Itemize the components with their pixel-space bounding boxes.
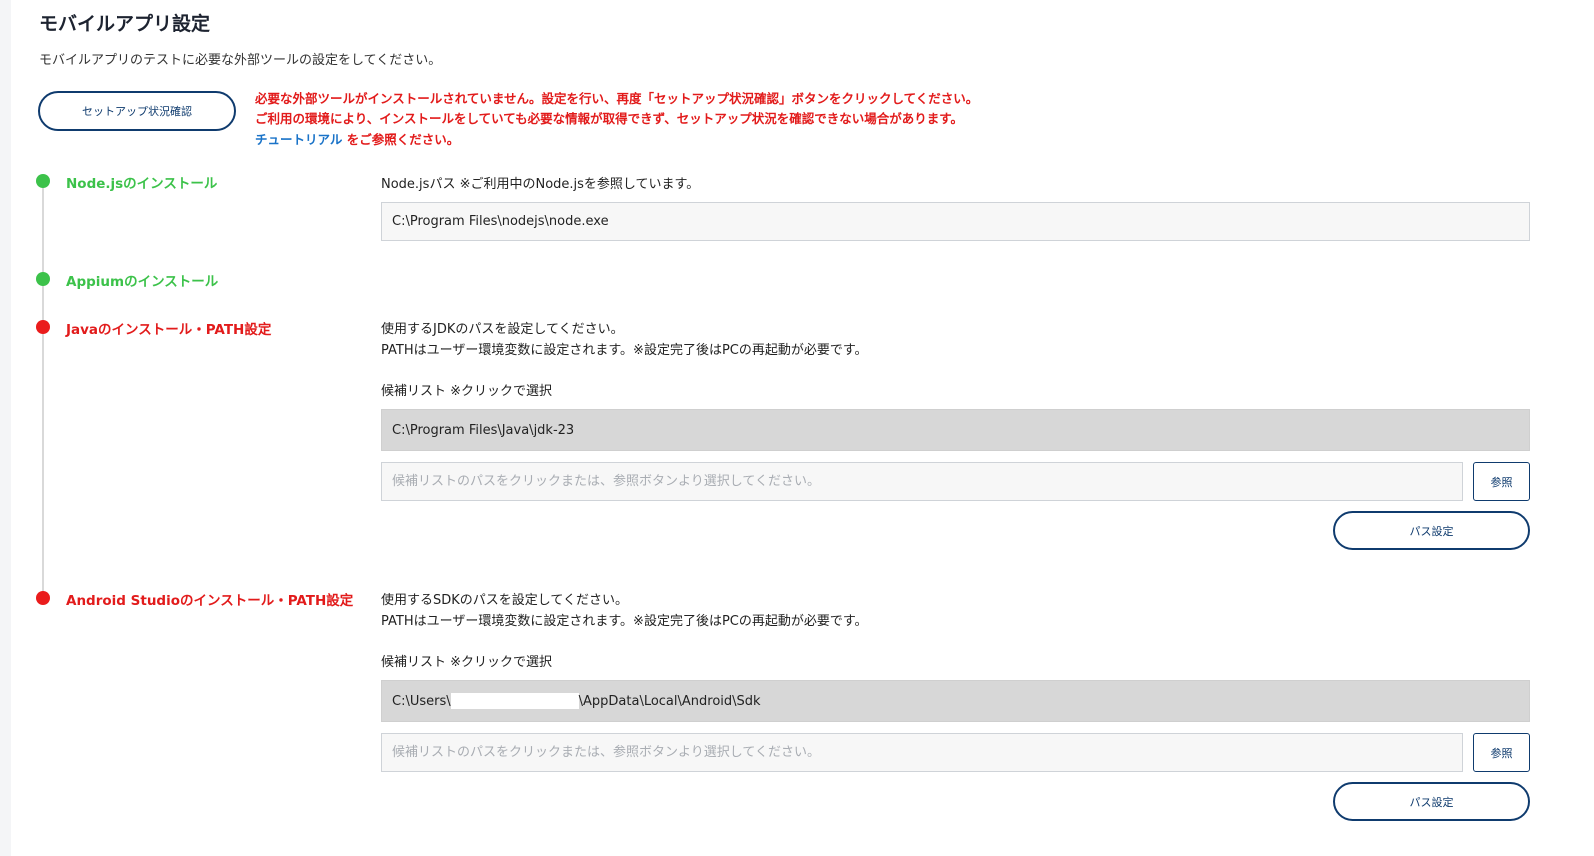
java-candidate-path: C:\Program Files\Java\jdk-23: [392, 422, 575, 438]
android-candidate-item[interactable]: C:\Users\ \AppData\Local\Android\Sdk: [381, 680, 1530, 722]
status-ok-icon: [36, 174, 50, 188]
java-set-path-button[interactable]: パス設定: [1333, 511, 1530, 550]
android-candidate-prefix: C:\Users\: [392, 693, 451, 709]
warning-line-3: チュートリアル をご参照ください。: [255, 129, 459, 148]
android-candidate-suffix: \AppData\Local\Android\Sdk: [578, 693, 761, 709]
status-ok-icon: [36, 272, 50, 286]
node-path-field: C:\Program Files\nodejs\node.exe: [381, 202, 1530, 241]
java-instruction-2: PATHはユーザー環境変数に設定されます。※設定完了後はPCの再起動が必要です。: [381, 343, 868, 358]
page-title: モバイルアプリ設定: [39, 13, 211, 35]
android-instruction-1: 使用するSDKのパスを設定してください。: [381, 593, 629, 608]
tutorial-link[interactable]: チュートリアル: [255, 132, 342, 147]
step-android-label: Android Studioのインストール・PATH設定: [66, 593, 354, 609]
status-error-icon: [36, 320, 50, 334]
android-set-path-button[interactable]: パス設定: [1333, 782, 1530, 821]
settings-panel: モバイルアプリ設定 モバイルアプリのテストに必要な外部ツールの設定をしてください…: [11, 0, 1594, 856]
java-candidate-item[interactable]: C:\Program Files\Java\jdk-23: [381, 409, 1530, 451]
timeline-line: [42, 182, 44, 597]
android-path-input[interactable]: [381, 733, 1463, 772]
node-path-value: C:\Program Files\nodejs\node.exe: [392, 214, 609, 229]
warning-line-3-suffix: をご参照ください。: [342, 132, 460, 147]
android-instruction-2: PATHはユーザー環境変数に設定されます。※設定完了後はPCの再起動が必要です。: [381, 614, 868, 629]
status-error-icon: [36, 591, 50, 605]
step-appium-label: Appiumのインストール: [66, 274, 219, 290]
java-browse-button[interactable]: 参照: [1473, 462, 1530, 501]
warning-line-2: ご利用の環境により、インストールをしていても必要な情報が取得できず、セットアップ…: [255, 111, 964, 126]
android-browse-button[interactable]: 参照: [1473, 733, 1530, 772]
node-path-label: Node.jsパス ※ご利用中のNode.jsを参照しています。: [381, 177, 700, 192]
android-candidates-label: 候補リスト ※クリックで選択: [381, 655, 553, 670]
java-candidates-label: 候補リスト ※クリックで選択: [381, 384, 553, 399]
java-path-input[interactable]: [381, 462, 1463, 501]
redacted-username: [450, 693, 579, 709]
java-instruction-1: 使用するJDKのパスを設定してください。: [381, 322, 624, 337]
step-node-label: Node.jsのインストール: [66, 176, 218, 192]
step-java-label: Javaのインストール・PATH設定: [66, 322, 272, 338]
setup-status-check-button[interactable]: セットアップ状況確認: [38, 91, 236, 131]
page-description: モバイルアプリのテストに必要な外部ツールの設定をしてください。: [39, 53, 442, 68]
warning-line-1: 必要な外部ツールがインストールされていません。設定を行い、再度「セットアップ状況…: [255, 91, 979, 106]
